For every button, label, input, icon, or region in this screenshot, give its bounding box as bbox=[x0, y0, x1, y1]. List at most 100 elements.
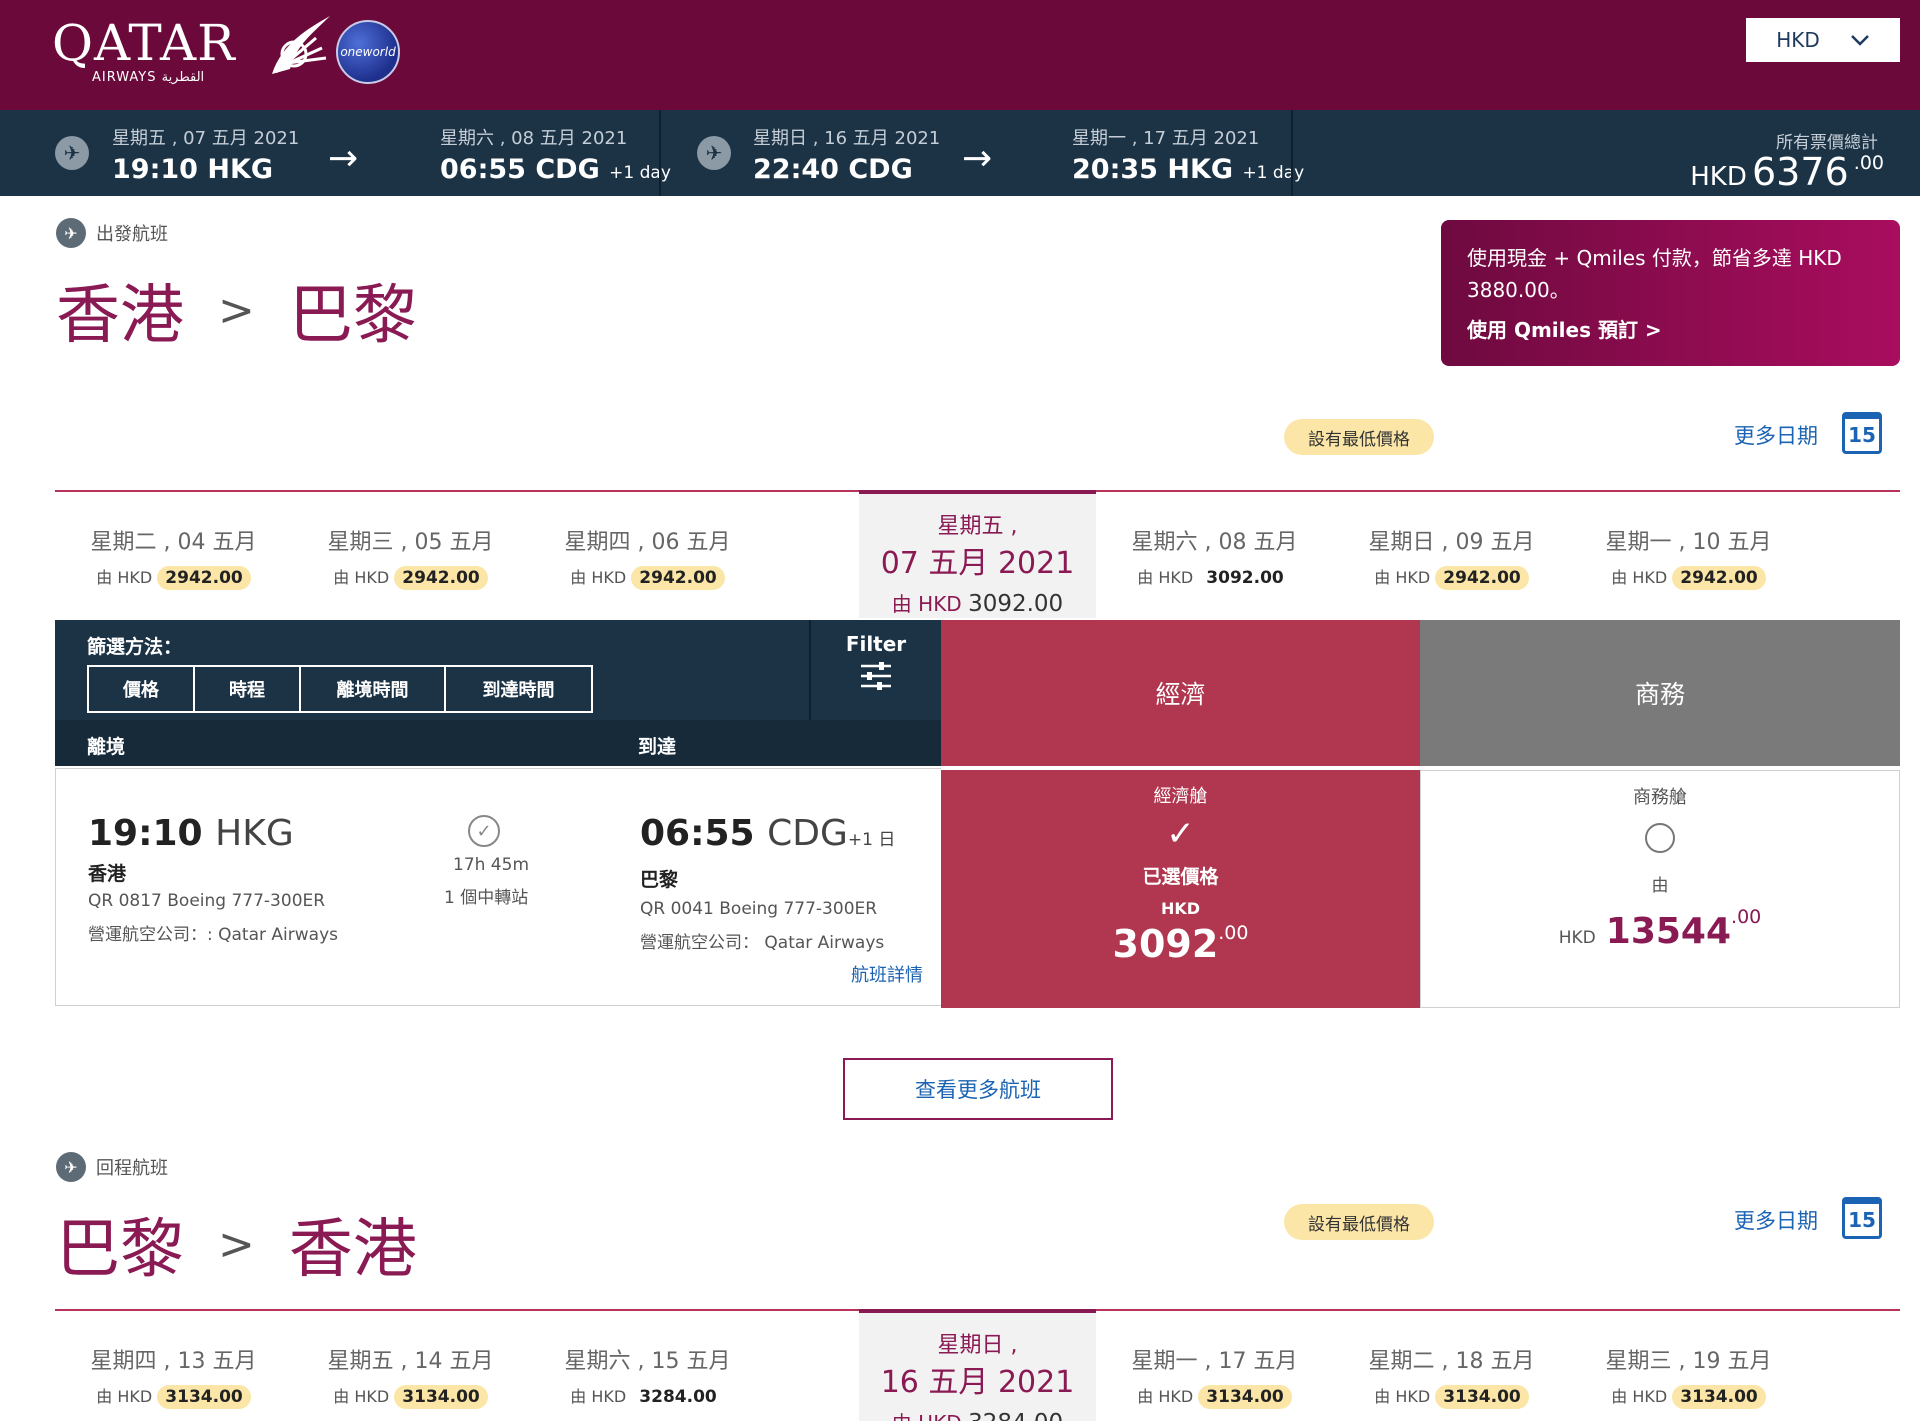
business-fare[interactable]: 商務艙 由 HKD 13544.00 bbox=[1420, 770, 1900, 1008]
filter-button[interactable]: Filter bbox=[809, 620, 941, 720]
flight-details-link[interactable]: 航班詳情 bbox=[851, 961, 923, 987]
price-prefix: 由 HKD bbox=[1137, 568, 1194, 587]
date-option[interactable]: 星期二 , 04 五月 由 HKD 2942.00 bbox=[55, 492, 292, 620]
selected-date: 07 五月 2021 bbox=[880, 546, 1075, 581]
date-name: 星期六 , 15 五月 bbox=[564, 1349, 731, 1374]
price-prefix: 由 HKD bbox=[333, 1387, 390, 1406]
dep-airport: HKG bbox=[215, 813, 294, 854]
date-name: 星期一 , 10 五月 bbox=[1605, 530, 1772, 555]
date-option[interactable]: 星期四 , 13 五月 由 HKD 3134.00 bbox=[55, 1311, 292, 1421]
date-option-selected[interactable]: 星期五 , 07 五月 2021 由 HKD 3092.00 bbox=[859, 490, 1096, 618]
fare-price: 3092.00 bbox=[941, 922, 1420, 966]
date-option[interactable]: 星期六 , 08 五月 由 HKD 3092.00 bbox=[1096, 492, 1333, 620]
date-option[interactable]: 星期三 , 19 五月 由 HKD 3134.00 bbox=[1570, 1311, 1807, 1421]
route-arrow-icon: > bbox=[218, 1218, 255, 1270]
economy-fare[interactable]: 經濟艙 ✓ 已選價格 HKD 3092.00 bbox=[941, 770, 1420, 1008]
col-arrive: 到達 bbox=[638, 736, 677, 758]
date-option[interactable]: 星期一 , 17 五月 由 HKD 3134.00 bbox=[1096, 1311, 1333, 1421]
plane-icon: ✈ bbox=[56, 1152, 86, 1182]
cabin-economy-header[interactable]: 經濟 bbox=[941, 620, 1420, 766]
fare-cents: .00 bbox=[1731, 906, 1762, 928]
date-name: 星期五 , 14 五月 bbox=[327, 1349, 494, 1374]
price-value: 3092.00 bbox=[968, 591, 1064, 617]
selected-day: 星期五 , bbox=[937, 514, 1018, 539]
price-prefix: 由 HKD bbox=[1374, 568, 1431, 587]
date-option[interactable]: 星期日 , 09 五月 由 HKD 2942.00 bbox=[1333, 492, 1570, 620]
date-option[interactable]: 星期三 , 05 五月 由 HKD 2942.00 bbox=[292, 492, 529, 620]
sort-price-button[interactable]: 價格 bbox=[89, 667, 195, 711]
promo-cta[interactable]: 使用 Qmiles 預訂 > bbox=[1467, 314, 1874, 346]
date-option[interactable]: 星期二 , 18 五月 由 HKD 3134.00 bbox=[1333, 1311, 1570, 1421]
calendar-icon[interactable]: 15 bbox=[1842, 412, 1882, 454]
sort-departure-button[interactable]: 離境時間 bbox=[301, 667, 446, 711]
selected-price: 由 HKD 3284.00 bbox=[859, 1407, 1096, 1421]
price-prefix: 由 HKD bbox=[1611, 568, 1668, 587]
plane-icon: ✈ bbox=[56, 218, 86, 248]
date-option[interactable]: 星期一 , 10 五月 由 HKD 2942.00 bbox=[1570, 492, 1807, 620]
oneworld-badge: oneworld bbox=[336, 20, 400, 84]
time-label: 19:10 HKG bbox=[112, 154, 274, 185]
return-date-strip: 星期四 , 13 五月 由 HKD 3134.00 星期五 , 14 五月 由 … bbox=[55, 1309, 1900, 1421]
route-from: 香港 bbox=[56, 279, 184, 353]
date-option[interactable]: 星期四 , 06 五月 由 HKD 2942.00 bbox=[529, 492, 766, 620]
more-flights-button[interactable]: 查看更多航班 bbox=[843, 1058, 1113, 1120]
date-label: 星期六 , 08 五月 2021 bbox=[440, 128, 628, 149]
promo-text: 使用現金 + Qmiles 付款，節省多達 HKD 3880.00。 bbox=[1467, 246, 1842, 302]
date-name: 星期六 , 08 五月 bbox=[1131, 530, 1298, 555]
divider bbox=[1291, 110, 1293, 196]
outbound-date-strip: 星期二 , 04 五月 由 HKD 2942.00 星期三 , 05 五月 由 … bbox=[55, 490, 1900, 620]
more-dates-link[interactable]: 更多日期 bbox=[1734, 420, 1818, 450]
selected-date: 16 五月 2021 bbox=[880, 1365, 1075, 1400]
date-label: 星期一 , 17 五月 2021 bbox=[1072, 128, 1260, 149]
calendar-icon[interactable]: 15 bbox=[1842, 1197, 1882, 1239]
return-route: 巴黎 > 香港 bbox=[56, 1198, 417, 1290]
date-price: 由 HKD 2942.00 bbox=[292, 564, 529, 590]
price-prefix: 由 HKD bbox=[1611, 1387, 1668, 1406]
dep-city: 香港 bbox=[88, 863, 127, 885]
selected-day: 星期日 , bbox=[937, 1333, 1018, 1358]
cabin-business-header[interactable]: 商務 bbox=[1420, 620, 1900, 766]
date-price: 由 HKD 3134.00 bbox=[1096, 1383, 1333, 1409]
date-name: 星期三 , 19 五月 bbox=[1605, 1349, 1772, 1374]
plane-icon: ✈ bbox=[55, 136, 89, 170]
date-name: 星期四 , 06 五月 bbox=[564, 530, 731, 555]
date-option[interactable]: 星期五 , 14 五月 由 HKD 3134.00 bbox=[292, 1311, 529, 1421]
arrow-right-icon: → bbox=[962, 138, 993, 179]
price-value: 2942.00 bbox=[157, 566, 251, 590]
sort-duration-button[interactable]: 時程 bbox=[195, 667, 301, 711]
date-label: 星期五 , 07 五月 2021 bbox=[112, 128, 300, 149]
cabin-label: 經濟艙 bbox=[1153, 786, 1208, 807]
total-currency: HKD bbox=[1690, 162, 1747, 192]
stops: 1 個中轉站 bbox=[444, 888, 529, 908]
filter-bar: 篩選方法： 價格 時程 離境時間 到達時間 Filter bbox=[55, 620, 941, 720]
price-prefix: 由 HKD bbox=[1374, 1387, 1431, 1406]
fare-currency: HKD bbox=[1160, 899, 1201, 918]
date-price: 由 HKD 2942.00 bbox=[529, 564, 766, 590]
date-price: 由 HKD 3134.00 bbox=[55, 1383, 292, 1409]
sort-arrival-button[interactable]: 到達時間 bbox=[446, 667, 591, 711]
lowest-price-badge: 設有最低價格 bbox=[1284, 419, 1434, 455]
arr-airport: CDG bbox=[767, 813, 848, 854]
return-label-text: 回程航班 bbox=[96, 1158, 168, 1179]
qmiles-promo[interactable]: 使用現金 + Qmiles 付款，節省多達 HKD 3880.00。 使用 Qm… bbox=[1441, 220, 1900, 366]
divider bbox=[659, 110, 661, 196]
date-option[interactable]: 星期六 , 15 五月 由 HKD 3284.00 bbox=[529, 1311, 766, 1421]
col-depart: 離境 bbox=[87, 736, 126, 758]
currency-selector[interactable]: HKD bbox=[1746, 18, 1900, 62]
more-dates-link[interactable]: 更多日期 bbox=[1734, 1205, 1818, 1235]
qatar-logo[interactable]: QATAR AIRWAYS القطرية bbox=[52, 16, 330, 85]
date-name: 星期日 , 09 五月 bbox=[1368, 530, 1535, 555]
price-value: 3284.00 bbox=[968, 1410, 1063, 1421]
price-prefix: 由 HKD bbox=[570, 1387, 627, 1406]
date-option-selected[interactable]: 星期日 , 16 五月 2021 由 HKD 3284.00 bbox=[859, 1309, 1096, 1421]
price-prefix: 由 HKD bbox=[96, 568, 153, 587]
price-prefix: 由 HKD bbox=[1137, 1387, 1194, 1406]
top-header: QATAR AIRWAYS القطرية oneworld HKD bbox=[0, 0, 1920, 110]
fare-radio[interactable] bbox=[1645, 823, 1675, 853]
flight-row: 19:10 HKG 香港 QR 0817 Boeing 777-300ER 營運… bbox=[55, 768, 941, 1006]
arrow-right-icon: → bbox=[328, 138, 359, 179]
date-name: 星期二 , 04 五月 bbox=[90, 530, 257, 555]
date-name: 星期一 , 17 五月 bbox=[1131, 1349, 1298, 1374]
date-price: 由 HKD 3284.00 bbox=[529, 1383, 766, 1409]
price-value: 3134.00 bbox=[1198, 1385, 1292, 1409]
